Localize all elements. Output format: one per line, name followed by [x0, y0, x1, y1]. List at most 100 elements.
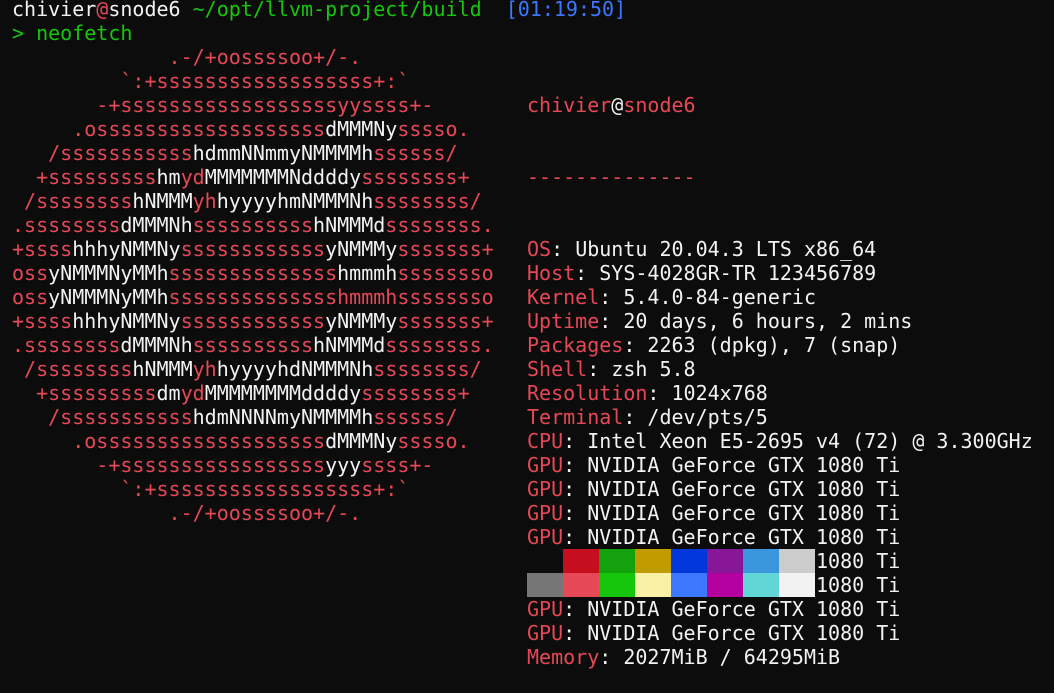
palette-swatch — [599, 549, 635, 573]
ascii-logo-segment: ssssssssssss — [180, 237, 326, 261]
info-field-value: SYS-4028GR-TR 123456789 — [599, 261, 877, 285]
prompt-user: chivier — [12, 0, 97, 21]
ascii-logo-segment: dm — [156, 381, 181, 405]
info-field-key: GPU — [527, 477, 564, 501]
info-title: chivier@snode6 — [527, 93, 1033, 117]
ascii-logo-segment: ssssssso — [397, 261, 494, 285]
prompt-symbol: > — [12, 21, 25, 45]
palette-swatch — [527, 573, 563, 597]
info-field-gpu: GPU: NVIDIA GeForce GTX 1080 Ti — [527, 597, 1033, 621]
ascii-logo-segment: ssssssss/ — [373, 189, 482, 213]
info-field-key: GPU — [527, 453, 564, 477]
info-field-key: Terminal — [527, 405, 624, 429]
ascii-logo-segment: hm — [156, 165, 181, 189]
prompt-time: [01:19:50] — [505, 0, 627, 21]
ascii-logo-row: `:+ssssssssssssssssss+:` — [12, 477, 494, 501]
info-field-colon: : — [563, 621, 588, 645]
ascii-logo-segment: ssssssss. — [385, 213, 494, 237]
ascii-logo-row: +sssshhhyNMMNyssssssssssssyNMMMysssssss+ — [12, 237, 494, 261]
ascii-logo-segment: ssssssss+ — [361, 381, 470, 405]
info-host: snode6 — [623, 93, 696, 117]
palette-swatch — [671, 549, 707, 573]
ascii-logo-segment: hNMMMd — [313, 333, 386, 357]
info-field-resolution: Resolution: 1024x768 — [527, 381, 1033, 405]
ascii-logo-row: `:+ssssssssssssssssss+:` — [12, 69, 494, 93]
ascii-logo-row: /ssssssssssshdmNNNNmyNMMMMhssssss/ — [12, 405, 494, 429]
info-field-value: /dev/pts/5 — [647, 405, 768, 429]
ascii-logo-segment: yNMMMy — [325, 237, 398, 261]
ascii-logo-segment: .osssssssssssssssssss — [12, 117, 326, 141]
ascii-logo-segment: +sssssssss — [12, 165, 157, 189]
ascii-logo-segment: hdmmNNmmyNMMMMh — [192, 141, 374, 165]
info-field-key: CPU — [527, 429, 564, 453]
palette-swatch — [599, 573, 635, 597]
ascii-logo-segment: ssssss/ — [373, 405, 458, 429]
info-field-value: NVIDIA GeForce GTX 1080 Ti — [587, 525, 901, 549]
info-field-gpu: GPU: NVIDIA GeForce GTX 1080 Ti — [527, 621, 1033, 645]
info-field-colon: : — [647, 381, 672, 405]
palette-swatch — [563, 573, 599, 597]
info-user: chivier — [527, 93, 612, 117]
info-field-gpu: GPU: NVIDIA GeForce GTX 1080 Ti — [527, 477, 1033, 501]
info-field-colon: : — [563, 477, 588, 501]
command-text: neofetch — [36, 21, 133, 45]
info-field-value: NVIDIA GeForce GTX 1080 Ti — [587, 453, 901, 477]
palette-swatch — [671, 573, 707, 597]
info-field-colon: : — [563, 429, 588, 453]
info-field-value: NVIDIA GeForce GTX 1080 Ti — [587, 597, 901, 621]
palette-swatch — [635, 573, 671, 597]
info-field-key: OS — [527, 237, 552, 261]
info-field-colon: : — [599, 285, 624, 309]
ascii-logo-row: .osssssssssssssssssssdMMMNysssso. — [12, 429, 494, 453]
info-field-kernel: Kernel: 5.4.0-84-generic — [527, 285, 1033, 309]
ascii-logo-row: ossyNMMMNyMMhsssssssssssssshmmmhssssssso — [12, 285, 494, 309]
ascii-logo-segment: dMMMNh — [120, 333, 193, 357]
command-line[interactable]: > neofetch — [12, 21, 132, 45]
ascii-logo-segment: yh — [192, 189, 217, 213]
prompt-at: @ — [96, 0, 109, 21]
ascii-logo-segment: .ssssssss — [12, 333, 121, 357]
ascii-logo-segment: hNMMM — [132, 189, 193, 213]
ascii-logo-segment: -+ssssssssssssssssssyyssss+- — [12, 93, 434, 117]
palette-swatch — [779, 573, 815, 597]
ascii-logo-segment: .osssssssssssssssssss — [12, 429, 326, 453]
ascii-logo-row: ossyNMMMNyMMhsssssssssssssshmmmhssssssso — [12, 261, 494, 285]
info-field-cpu: CPU: Intel Xeon E5-2695 v4 (72) @ 3.300G… — [527, 429, 1033, 453]
ascii-logo-segment: dMMMNy — [325, 117, 398, 141]
ascii-logo-segment: hNMMM — [132, 357, 193, 381]
ascii-logo-segment: MMMMMMMMddddy — [204, 381, 362, 405]
ascii-logo-row: +sssssssssdmydMMMMMMMMddddyssssssss+ — [12, 381, 494, 405]
info-field-memory: Memory: 2027MiB / 64295MiB — [527, 645, 1033, 669]
info-field-terminal: Terminal: /dev/pts/5 — [527, 405, 1033, 429]
ascii-logo-segment: .-/+oossssoo+/-. — [12, 45, 362, 69]
ascii-logo-segment: hNMMMd — [313, 213, 386, 237]
ascii-logo-row: +sssshhhyNMMNyssssssssssssyNMMMysssssss+ — [12, 309, 494, 333]
palette-swatch — [635, 549, 671, 573]
info-field-value: NVIDIA GeForce GTX 1080 Ti — [587, 477, 901, 501]
palette-swatch — [743, 573, 779, 597]
ascii-logo-segment: dMMMNh — [120, 213, 193, 237]
ascii-logo-row: /sssssssshNMMMyhhyyyyhmNMMMNhssssssss/ — [12, 189, 494, 213]
ascii-logo-segment: /ssssssss — [12, 189, 133, 213]
info-field-colon: : — [563, 525, 588, 549]
info-field-os: OS: Ubuntu 20.04.3 LTS x86_64 — [527, 237, 1033, 261]
ascii-logo-segment: hhhyNMMNy — [72, 237, 181, 261]
ascii-logo-segment: +sssssssss — [12, 381, 157, 405]
ascii-logo-segment: ssssss/ — [373, 141, 458, 165]
ascii-logo-segment: /ssssssss — [12, 357, 133, 381]
info-field-key: GPU — [527, 621, 564, 645]
ascii-logo-segment: ssssssssss — [192, 213, 314, 237]
info-field-key: Kernel — [527, 285, 600, 309]
palette-swatch — [707, 549, 743, 573]
ascii-logo-segment: yd — [180, 165, 205, 189]
info-field-colon: : — [599, 309, 624, 333]
info-field-colon: : — [587, 357, 612, 381]
info-field-colon: : — [563, 501, 588, 525]
ascii-logo-segment: sssssss+ — [397, 237, 494, 261]
ascii-logo-segment: .-/+oossssoo+/-. — [12, 501, 362, 525]
info-field-colon: : — [599, 645, 624, 669]
info-field-colon: : — [563, 597, 588, 621]
palette-swatch — [779, 549, 815, 573]
ascii-logo-segment: -+sssssssssssssssss — [12, 453, 326, 477]
color-palette — [527, 549, 815, 597]
